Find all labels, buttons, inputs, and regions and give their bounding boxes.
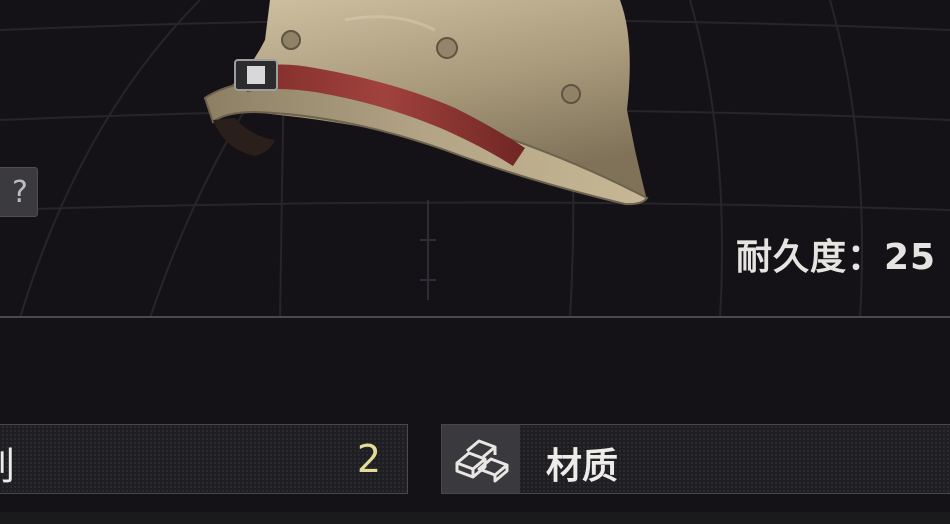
stat-left-label: 别 [0,435,15,490]
durability-label: 耐久度：25 [736,237,937,278]
stat-box-left: 别 2 [0,424,408,494]
help-label: ? [12,174,28,210]
stat-left-value: 2 [356,437,381,481]
ingot-stack-icon [455,439,509,483]
helmet-icon [195,0,655,210]
material-label: 材质 [546,446,619,487]
stat-box-material: 材质 [441,424,950,494]
bottom-edge [0,512,950,524]
help-button[interactable]: ? [0,167,38,217]
stat-left-label-text: 别 [0,444,15,488]
divider [0,316,950,318]
material-icon-tile [442,425,520,493]
